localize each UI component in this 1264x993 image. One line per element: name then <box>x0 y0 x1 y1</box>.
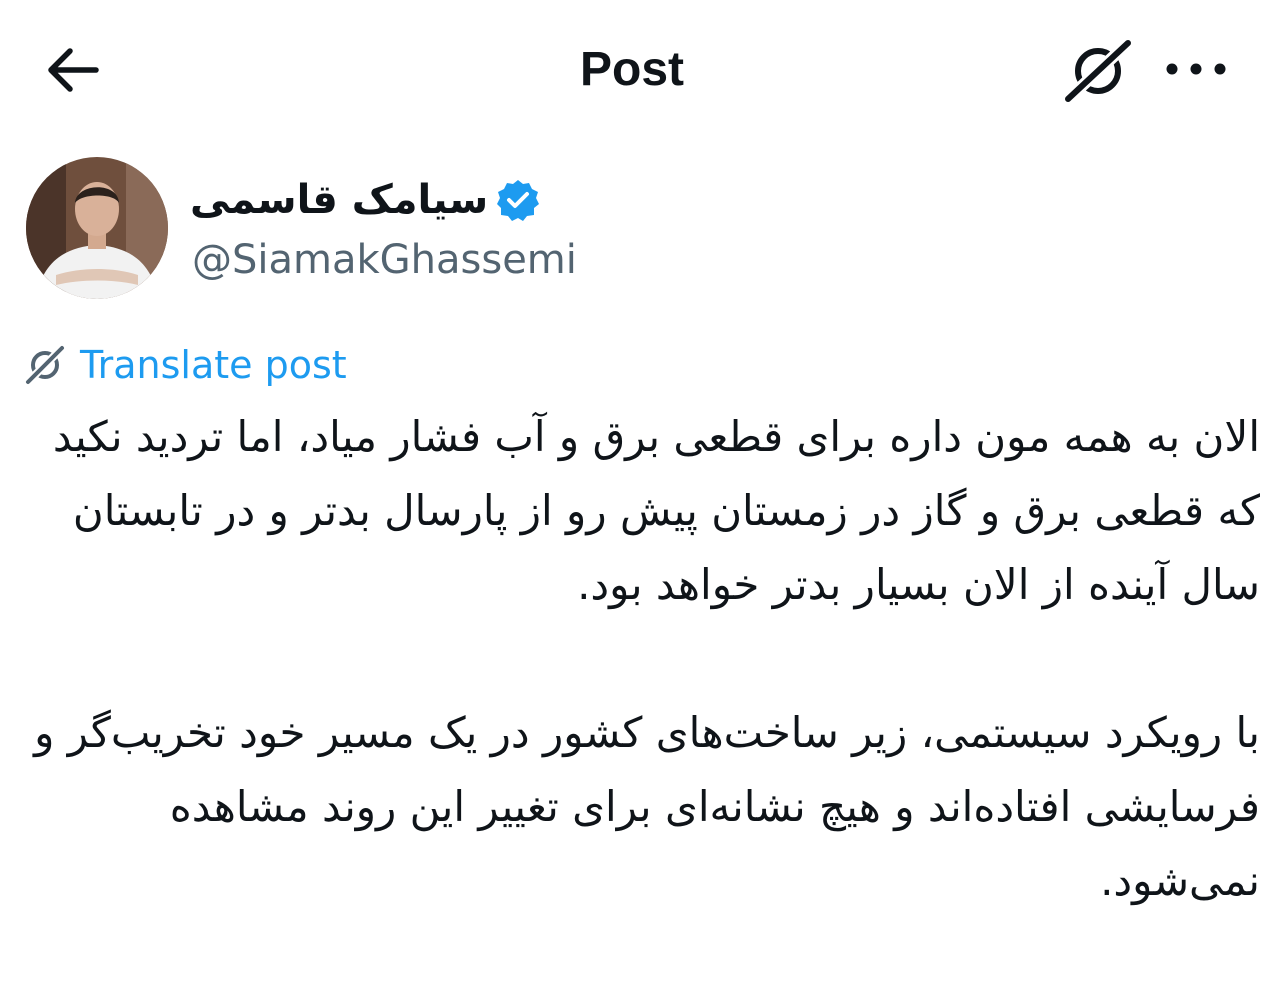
more-options-button[interactable] <box>1160 46 1232 92</box>
grok-icon <box>24 344 66 386</box>
author-handle[interactable]: @SiamakGhassemi <box>192 232 577 288</box>
verified-badge-icon <box>497 180 540 221</box>
grok-icon <box>1062 37 1134 105</box>
post-text: الان به همه مون داره برای قطعی برق و آب … <box>20 400 1260 918</box>
author-name[interactable]: سیامک قاسمی <box>190 170 488 230</box>
grok-button[interactable] <box>1060 36 1136 106</box>
avatar-photo <box>26 157 168 299</box>
author-avatar[interactable] <box>26 157 168 299</box>
more-horizontal-icon <box>1166 63 1226 75</box>
translate-post-button[interactable]: Translate post <box>24 338 347 392</box>
post-paragraph: الان به همه مون داره برای قطعی برق و آب … <box>52 412 1260 609</box>
author-name-row[interactable]: سیامک قاسمی <box>190 168 540 232</box>
top-bar: Post <box>0 0 1264 140</box>
translate-post-label[interactable]: Translate post <box>80 340 347 390</box>
post-paragraph: با رویکرد سیستمی، زیر ساخت‌های کشور در ی… <box>34 708 1260 905</box>
